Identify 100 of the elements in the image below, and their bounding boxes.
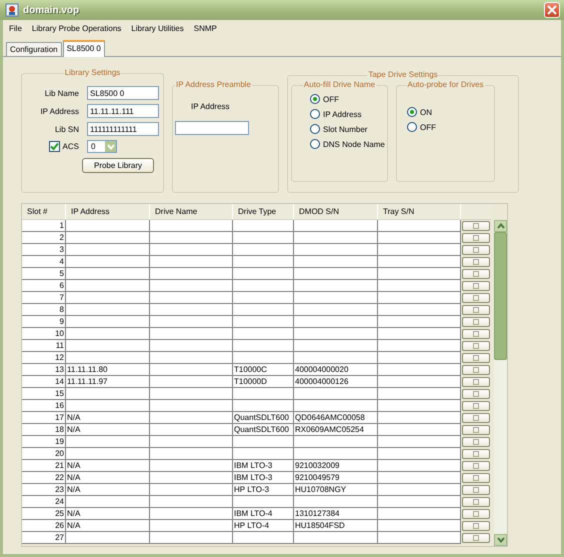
row-button[interactable]	[462, 233, 490, 243]
table-cell: 18	[22, 424, 66, 436]
table-cell: HU10708NGY	[294, 484, 378, 496]
table-cell: 12	[22, 352, 66, 364]
group-title: Auto-probe for Drives	[406, 80, 485, 89]
column-header[interactable]: IP Address	[66, 204, 150, 220]
radio-option[interactable]: OFF	[310, 94, 387, 104]
column-header[interactable]: Slot #	[22, 204, 66, 220]
row-button[interactable]	[462, 437, 490, 447]
table-cell: N/A	[66, 520, 150, 532]
tab[interactable]: Configuration	[6, 42, 62, 56]
group-title: Library Settings	[64, 68, 122, 77]
column-header[interactable]: DMOD S/N	[294, 204, 378, 220]
row-button[interactable]	[462, 509, 490, 519]
square-icon	[473, 259, 479, 265]
table-cell	[233, 400, 294, 412]
menu-item[interactable]: SNMP	[194, 23, 217, 34]
column-header[interactable]: Drive Name	[150, 204, 233, 220]
acs-checkbox[interactable]: ACS	[48, 141, 79, 152]
table-cell: 3	[22, 244, 66, 256]
app-icon	[5, 3, 19, 17]
tab[interactable]: SL8500 0	[62, 40, 105, 57]
radio-option[interactable]: Slot Number	[310, 124, 387, 134]
row-button[interactable]	[462, 389, 490, 399]
scroll-down-button[interactable]	[494, 534, 507, 546]
probe-library-button[interactable]: Probe Library	[82, 158, 154, 173]
close-icon	[547, 5, 557, 15]
row-button[interactable]	[462, 521, 490, 531]
menu-item[interactable]: Library Probe Operations	[32, 23, 122, 34]
square-icon	[473, 331, 479, 337]
row-button[interactable]	[462, 413, 490, 423]
row-button[interactable]	[462, 269, 490, 279]
radio-option[interactable]: DNS Node Name	[310, 139, 387, 149]
square-icon	[473, 451, 479, 457]
row-button[interactable]	[462, 449, 490, 459]
table-cell: 1310127384	[294, 508, 378, 520]
row-button[interactable]	[462, 401, 490, 411]
square-icon	[473, 523, 479, 529]
radio-option[interactable]: ON	[407, 107, 494, 117]
input-field[interactable]: SL8500 0	[87, 86, 159, 100]
check-icon	[50, 142, 59, 151]
row-button[interactable]	[462, 293, 490, 303]
menu-item[interactable]: Library Utilities	[131, 23, 184, 34]
row-button[interactable]	[462, 317, 490, 327]
table-cell: IBM LTO-3	[233, 460, 294, 472]
field-label: Lib Name	[44, 88, 79, 98]
table-cell: QuantSDLT600	[233, 412, 294, 424]
square-icon	[473, 499, 479, 505]
column-header[interactable]: Drive Type	[233, 204, 294, 220]
row-button[interactable]	[462, 533, 490, 543]
table-cell	[233, 268, 294, 280]
row-button[interactable]	[462, 377, 490, 387]
square-icon	[473, 355, 479, 361]
row-button[interactable]	[462, 497, 490, 507]
table-cell: 15	[22, 388, 66, 400]
square-icon	[473, 427, 479, 433]
column-header[interactable]: Tray S/N	[378, 204, 461, 220]
table-cell: 11.11.11.97	[66, 376, 150, 388]
square-icon	[473, 415, 479, 421]
field-label: IP Address	[40, 106, 79, 116]
square-icon	[473, 439, 479, 445]
table-cell: 6	[22, 280, 66, 292]
menu-item[interactable]: File	[9, 23, 22, 34]
square-icon	[473, 235, 479, 241]
input-field[interactable]: 11.11.11.111	[87, 104, 159, 118]
close-button[interactable]	[544, 2, 560, 18]
radio-option[interactable]: IP Address	[310, 109, 387, 119]
row-button[interactable]	[462, 425, 490, 435]
table-cell	[233, 220, 294, 232]
input-field[interactable]	[175, 121, 249, 135]
square-icon	[473, 463, 479, 469]
row-button[interactable]	[462, 281, 490, 291]
row-button[interactable]	[462, 485, 490, 495]
row-button[interactable]	[462, 353, 490, 363]
table-cell: QD0646AMC00058	[294, 412, 378, 424]
row-button[interactable]	[462, 305, 490, 315]
scroll-up-button[interactable]	[494, 220, 507, 232]
square-icon	[473, 487, 479, 493]
row-button[interactable]	[462, 473, 490, 483]
row-button[interactable]	[462, 221, 490, 231]
table-cell: HU18504FSD	[294, 520, 378, 532]
row-button[interactable]	[462, 329, 490, 339]
row-button[interactable]	[462, 341, 490, 351]
group-title: Auto-fill Drive Name	[302, 80, 376, 89]
chevron-down-icon	[496, 537, 504, 543]
square-icon	[473, 247, 479, 253]
row-button[interactable]	[462, 245, 490, 255]
acs-dropdown[interactable]: 0	[87, 140, 117, 153]
table-cell: 400004000020	[294, 364, 378, 376]
scroll-thumb[interactable]	[494, 232, 507, 360]
row-button[interactable]	[462, 461, 490, 471]
row-button[interactable]	[462, 257, 490, 267]
table-cell: HP LTO-4	[233, 520, 294, 532]
input-field[interactable]: 111111111111	[87, 122, 159, 136]
table-cell: 5	[22, 268, 66, 280]
table-cell	[233, 496, 294, 508]
radio-option[interactable]: OFF	[407, 122, 494, 132]
square-icon	[473, 535, 479, 541]
scrollbar[interactable]	[494, 220, 507, 546]
row-button[interactable]	[462, 365, 490, 375]
